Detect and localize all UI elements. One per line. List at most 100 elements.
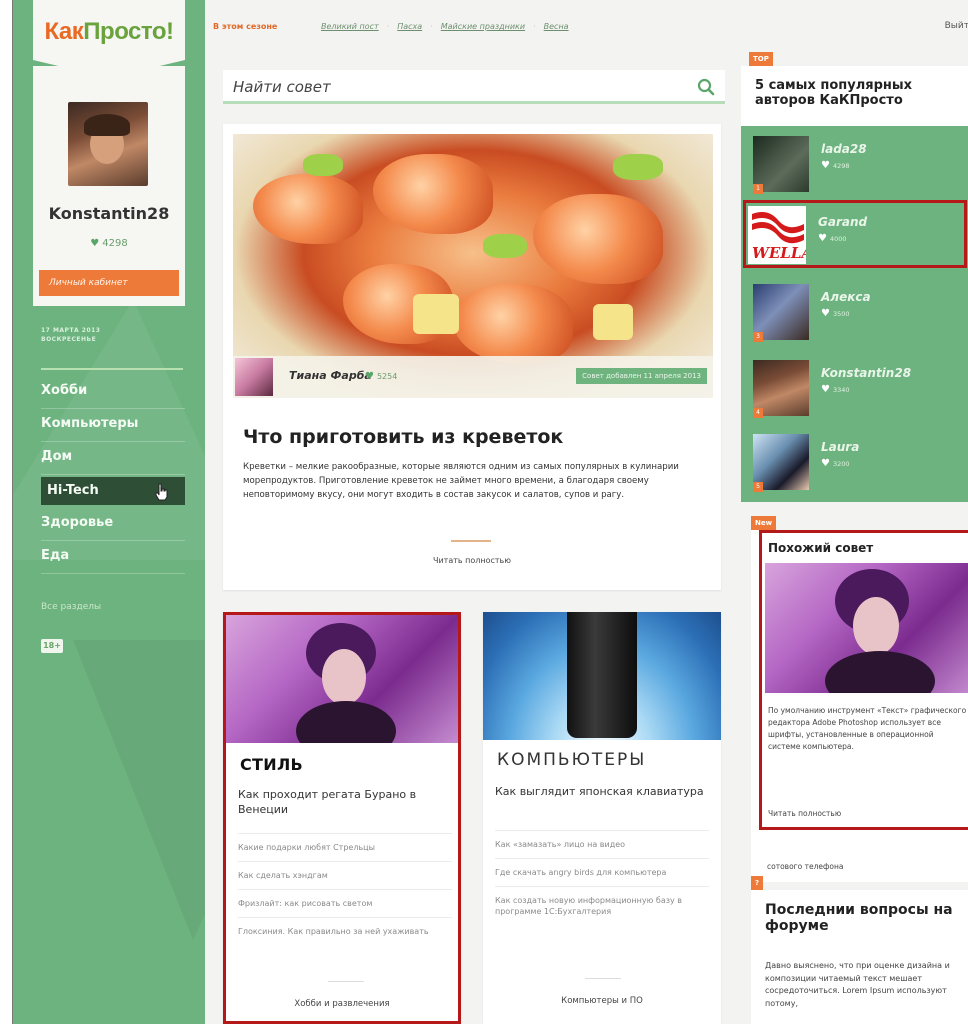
season-label: В этом сезоне	[213, 22, 278, 31]
list-item[interactable]: Где скачать angry birds для компьютера	[495, 858, 709, 886]
likes-count: 4000	[829, 235, 847, 243]
divider	[451, 540, 491, 542]
category-card-computers: КОМПЬЮТЕРЫ Как выглядит японская клавиат…	[483, 612, 721, 1024]
list-item[interactable]: Как сделать хэндгам	[238, 861, 452, 889]
card-lead-link[interactable]: Как выглядит японская клавиатура	[495, 784, 709, 799]
divider	[328, 981, 364, 982]
sidebar-item-food[interactable]: Еда	[41, 541, 185, 574]
image-detail	[322, 649, 366, 705]
similar-tip-image[interactable]	[765, 563, 968, 693]
author-row-1[interactable]: 1 lada28 ♥ 4298	[741, 126, 968, 198]
separator: ·	[533, 22, 536, 31]
nav-link-easter[interactable]: Пасха	[397, 22, 422, 31]
heart-icon: ♥	[818, 233, 827, 244]
profile-card: Konstantin28 ♥ 4298 Личный кабинет	[33, 66, 185, 306]
list-item[interactable]: Как «замазать» лицо на видео	[495, 830, 709, 858]
heart-icon: ♥	[821, 384, 830, 395]
image-detail	[253, 174, 363, 244]
cabinet-button[interactable]: Личный кабинет	[39, 270, 179, 296]
author-name: Konstantin28	[821, 366, 912, 380]
nav-link-may-holidays[interactable]: Майские праздники	[441, 22, 525, 31]
author-row-2[interactable]: WELLA Garand ♥4000	[743, 200, 967, 268]
profile-likes-count: 4298	[102, 238, 128, 249]
similar-tip-extra[interactable]: сотового телефона	[767, 862, 843, 871]
nav-link-spring[interactable]: Весна	[544, 22, 569, 31]
likes-count: 3200	[832, 460, 850, 468]
rank-badge: 1	[753, 184, 763, 194]
sidebar-item-hitech[interactable]: Hi-Tech	[41, 477, 185, 505]
read-more-link[interactable]: Читать полностью	[768, 809, 841, 818]
image-detail	[296, 701, 396, 743]
author-likes: ♥ 5254	[365, 371, 397, 382]
rank-badge: 5	[753, 482, 763, 492]
avatar: WELLA	[748, 206, 806, 264]
author-avatar[interactable]	[235, 358, 273, 396]
date-badge: Совет добавлен 11 апреля 2013	[576, 368, 707, 384]
author-row-5[interactable]: 5 Laura ♥ 3200	[741, 424, 968, 496]
article-title[interactable]: Что приготовить из креветок	[243, 426, 563, 448]
card-category[interactable]: СТИЛЬ	[240, 755, 303, 774]
author-likes: ♥ 3340	[821, 384, 850, 395]
separator: ·	[386, 22, 390, 31]
list-item[interactable]: Глоксиния. Как правильно за ней ухаживат…	[238, 917, 452, 945]
list-item[interactable]: Как создать новую информационную базу в …	[495, 886, 709, 925]
avatar[interactable]	[68, 102, 148, 186]
nav-link-lent[interactable]: Великий пост	[321, 22, 379, 31]
exit-link[interactable]: Выйт	[945, 21, 968, 31]
author-name: Garand	[818, 215, 868, 229]
author-likes: ♥ 3500	[821, 308, 850, 319]
phone-image	[567, 612, 637, 738]
card-lead-link[interactable]: Как проходит регата Бурано в Венеции	[238, 787, 452, 817]
sidebar-item-home[interactable]: Дом	[41, 442, 185, 475]
sidebar-item-health[interactable]: Здоровье	[41, 508, 185, 541]
profile-likes: ♥ 4298	[33, 238, 185, 249]
hand-cursor-icon	[155, 483, 168, 501]
image-detail	[853, 597, 899, 655]
author-row-4[interactable]: 4 Konstantin28 ♥ 3340	[741, 350, 968, 422]
card-links: Какие подарки любят Стрельцы Как сделать…	[238, 833, 452, 945]
search-input[interactable]	[233, 76, 673, 98]
sidebar-item-computers[interactable]: Компьютеры	[41, 409, 185, 442]
heart-icon: ♥	[90, 238, 100, 249]
category-nav: Хобби Компьютеры Дом Hi-Tech Здоровье Ед…	[41, 376, 185, 574]
author-row-3[interactable]: 3 Алекса ♥ 3500	[741, 274, 968, 346]
left-sidebar: КакПросто! Konstantin28 ♥ 4298 Личный каб…	[13, 0, 205, 1024]
card-image[interactable]	[483, 612, 721, 740]
likes-count: 3500	[832, 310, 850, 318]
featured-article: Тиана Фарба ♥ 5254 Совет добавлен 11 апре…	[223, 124, 721, 590]
list-item[interactable]: Фризлайт: как рисовать светом	[238, 889, 452, 917]
age-badge: 18+	[41, 639, 63, 653]
forum-title: Последнии вопросы на форуме	[765, 902, 953, 934]
image-detail	[593, 304, 633, 340]
site-logo[interactable]: КакПросто!	[33, 18, 185, 46]
search-icon[interactable]	[697, 78, 715, 96]
all-sections-link[interactable]: Все разделы	[41, 602, 101, 612]
image-detail	[483, 234, 527, 258]
author-likes: ♥ 4298	[821, 160, 850, 171]
card-category[interactable]: КОМПЬЮТЕРЫ	[497, 750, 646, 770]
current-date: 17 МАРТА 2013 ВОСКРЕСЕНЬЕ	[41, 326, 100, 344]
top-authors: TOP 5 самых популярных авторов КаКПросто…	[741, 48, 968, 502]
date-line: 17 МАРТА 2013	[41, 327, 101, 334]
rank-badge: 3	[753, 332, 763, 342]
list-item[interactable]: Какие подарки любят Стрельцы	[238, 833, 452, 861]
weekday-line: ВОСКРЕСЕНЬЕ	[41, 336, 97, 343]
card-image[interactable]	[226, 615, 458, 743]
profile-name[interactable]: Konstantin28	[33, 204, 185, 223]
heart-icon: ♥	[365, 371, 374, 382]
read-more-link[interactable]: Читать полностью	[223, 556, 721, 565]
image-detail	[613, 154, 663, 180]
card-footer-link[interactable]: Хобби и развлечения	[226, 999, 458, 1009]
author-likes: ♥ 3200	[821, 458, 850, 469]
forum-text[interactable]: Давно выяснено, что при оценке дизайна и…	[765, 960, 963, 1010]
decor-polygon	[73, 640, 205, 940]
logo-part-2: Просто!	[83, 18, 174, 45]
author-name[interactable]: Тиана Фарба	[289, 369, 372, 382]
card-footer-link[interactable]: Компьютеры и ПО	[483, 996, 721, 1006]
author-strip: Тиана Фарба ♥ 5254 Совет добавлен 11 апре…	[233, 356, 713, 398]
author-name: Laura	[821, 440, 860, 454]
question-tag: ?	[751, 876, 764, 890]
logo-card[interactable]: КакПросто!	[33, 0, 185, 78]
sidebar-item-hobby[interactable]: Хобби	[41, 376, 185, 409]
top-authors-title: 5 самых популярных авторов КаКПросто	[755, 78, 913, 108]
